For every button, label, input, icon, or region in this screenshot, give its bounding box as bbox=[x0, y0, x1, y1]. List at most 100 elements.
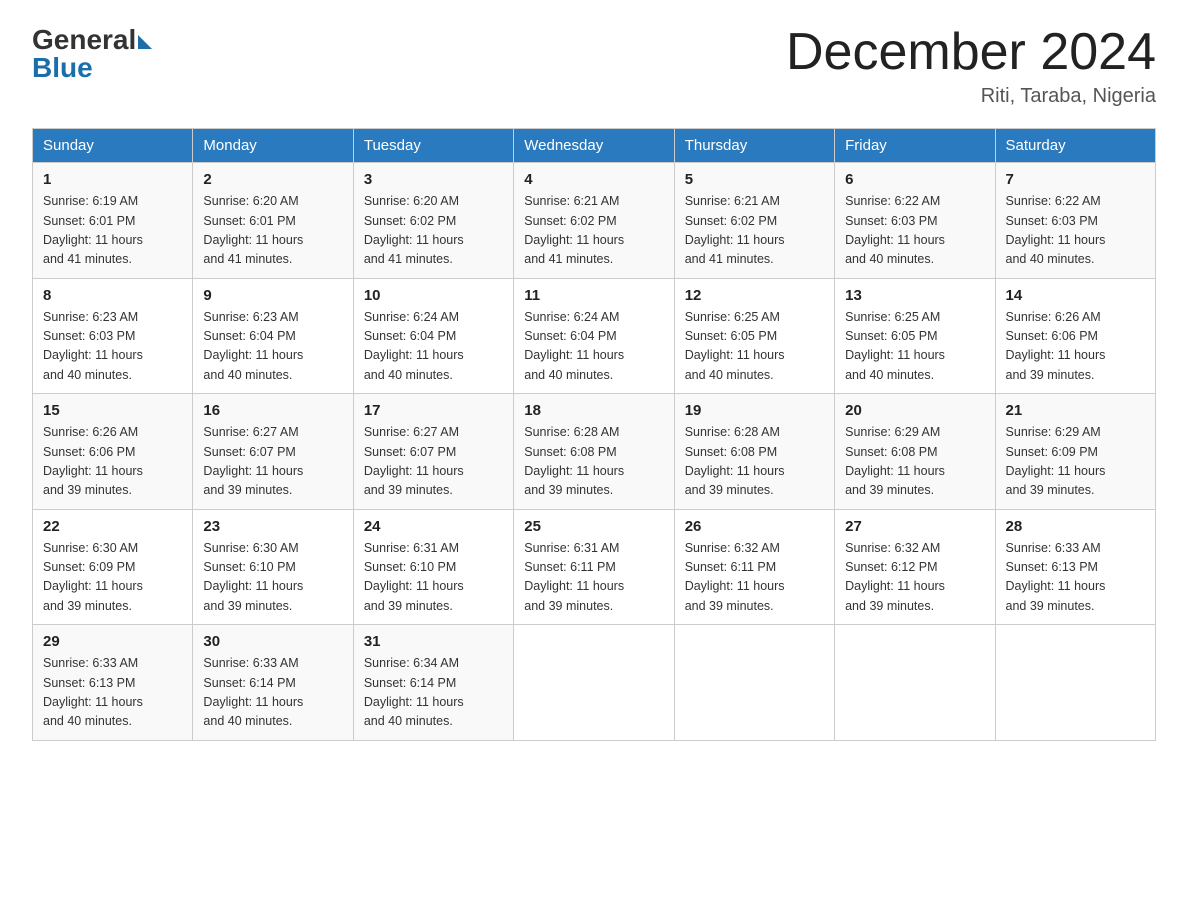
day-number: 20 bbox=[845, 402, 984, 419]
day-info: Sunrise: 6:29 AMSunset: 6:08 PMDaylight:… bbox=[845, 423, 984, 501]
calendar-cell: 16 Sunrise: 6:27 AMSunset: 6:07 PMDaylig… bbox=[193, 394, 353, 510]
day-info: Sunrise: 6:20 AMSunset: 6:02 PMDaylight:… bbox=[364, 192, 503, 270]
month-title: December 2024 bbox=[786, 24, 1156, 81]
day-info: Sunrise: 6:33 AMSunset: 6:14 PMDaylight:… bbox=[203, 654, 342, 732]
day-number: 19 bbox=[685, 402, 824, 419]
week-row-1: 1 Sunrise: 6:19 AMSunset: 6:01 PMDayligh… bbox=[33, 163, 1156, 279]
header-cell-sunday: Sunday bbox=[33, 129, 193, 163]
calendar-cell: 7 Sunrise: 6:22 AMSunset: 6:03 PMDayligh… bbox=[995, 163, 1155, 279]
day-number: 10 bbox=[364, 287, 503, 304]
day-info: Sunrise: 6:27 AMSunset: 6:07 PMDaylight:… bbox=[203, 423, 342, 501]
day-info: Sunrise: 6:26 AMSunset: 6:06 PMDaylight:… bbox=[43, 423, 182, 501]
day-info: Sunrise: 6:27 AMSunset: 6:07 PMDaylight:… bbox=[364, 423, 503, 501]
week-row-5: 29 Sunrise: 6:33 AMSunset: 6:13 PMDaylig… bbox=[33, 625, 1156, 741]
calendar-cell: 4 Sunrise: 6:21 AMSunset: 6:02 PMDayligh… bbox=[514, 163, 674, 279]
day-number: 28 bbox=[1006, 518, 1145, 535]
day-number: 12 bbox=[685, 287, 824, 304]
header-cell-wednesday: Wednesday bbox=[514, 129, 674, 163]
calendar-cell: 5 Sunrise: 6:21 AMSunset: 6:02 PMDayligh… bbox=[674, 163, 834, 279]
header-cell-friday: Friday bbox=[835, 129, 995, 163]
calendar-cell bbox=[674, 625, 834, 741]
week-row-3: 15 Sunrise: 6:26 AMSunset: 6:06 PMDaylig… bbox=[33, 394, 1156, 510]
day-number: 22 bbox=[43, 518, 182, 535]
calendar-cell: 17 Sunrise: 6:27 AMSunset: 6:07 PMDaylig… bbox=[353, 394, 513, 510]
day-number: 16 bbox=[203, 402, 342, 419]
calendar-cell bbox=[835, 625, 995, 741]
day-info: Sunrise: 6:31 AMSunset: 6:11 PMDaylight:… bbox=[524, 539, 663, 617]
day-info: Sunrise: 6:32 AMSunset: 6:12 PMDaylight:… bbox=[845, 539, 984, 617]
header-cell-thursday: Thursday bbox=[674, 129, 834, 163]
day-info: Sunrise: 6:33 AMSunset: 6:13 PMDaylight:… bbox=[43, 654, 182, 732]
title-area: December 2024 Riti, Taraba, Nigeria bbox=[786, 24, 1156, 108]
day-number: 30 bbox=[203, 633, 342, 650]
calendar-cell: 1 Sunrise: 6:19 AMSunset: 6:01 PMDayligh… bbox=[33, 163, 193, 279]
calendar-cell: 18 Sunrise: 6:28 AMSunset: 6:08 PMDaylig… bbox=[514, 394, 674, 510]
week-row-2: 8 Sunrise: 6:23 AMSunset: 6:03 PMDayligh… bbox=[33, 278, 1156, 394]
day-number: 11 bbox=[524, 287, 663, 304]
calendar-cell bbox=[514, 625, 674, 741]
day-number: 21 bbox=[1006, 402, 1145, 419]
calendar-cell: 20 Sunrise: 6:29 AMSunset: 6:08 PMDaylig… bbox=[835, 394, 995, 510]
header-row: SundayMondayTuesdayWednesdayThursdayFrid… bbox=[33, 129, 1156, 163]
day-info: Sunrise: 6:33 AMSunset: 6:13 PMDaylight:… bbox=[1006, 539, 1145, 617]
day-info: Sunrise: 6:30 AMSunset: 6:10 PMDaylight:… bbox=[203, 539, 342, 617]
calendar-cell: 23 Sunrise: 6:30 AMSunset: 6:10 PMDaylig… bbox=[193, 509, 353, 625]
calendar-cell: 6 Sunrise: 6:22 AMSunset: 6:03 PMDayligh… bbox=[835, 163, 995, 279]
day-number: 23 bbox=[203, 518, 342, 535]
day-info: Sunrise: 6:25 AMSunset: 6:05 PMDaylight:… bbox=[845, 308, 984, 386]
day-number: 6 bbox=[845, 171, 984, 188]
calendar-cell: 26 Sunrise: 6:32 AMSunset: 6:11 PMDaylig… bbox=[674, 509, 834, 625]
day-number: 5 bbox=[685, 171, 824, 188]
day-number: 15 bbox=[43, 402, 182, 419]
logo-blue-text: Blue bbox=[32, 52, 93, 84]
calendar-cell: 29 Sunrise: 6:33 AMSunset: 6:13 PMDaylig… bbox=[33, 625, 193, 741]
calendar-cell: 15 Sunrise: 6:26 AMSunset: 6:06 PMDaylig… bbox=[33, 394, 193, 510]
calendar-cell: 10 Sunrise: 6:24 AMSunset: 6:04 PMDaylig… bbox=[353, 278, 513, 394]
day-number: 26 bbox=[685, 518, 824, 535]
logo-triangle-icon bbox=[138, 35, 152, 49]
day-info: Sunrise: 6:22 AMSunset: 6:03 PMDaylight:… bbox=[1006, 192, 1145, 270]
header-cell-monday: Monday bbox=[193, 129, 353, 163]
day-info: Sunrise: 6:34 AMSunset: 6:14 PMDaylight:… bbox=[364, 654, 503, 732]
calendar-cell: 14 Sunrise: 6:26 AMSunset: 6:06 PMDaylig… bbox=[995, 278, 1155, 394]
page-header: General Blue December 2024 Riti, Taraba,… bbox=[32, 24, 1156, 108]
day-info: Sunrise: 6:29 AMSunset: 6:09 PMDaylight:… bbox=[1006, 423, 1145, 501]
day-info: Sunrise: 6:22 AMSunset: 6:03 PMDaylight:… bbox=[845, 192, 984, 270]
calendar-header: SundayMondayTuesdayWednesdayThursdayFrid… bbox=[33, 129, 1156, 163]
day-info: Sunrise: 6:23 AMSunset: 6:03 PMDaylight:… bbox=[43, 308, 182, 386]
day-number: 31 bbox=[364, 633, 503, 650]
day-info: Sunrise: 6:30 AMSunset: 6:09 PMDaylight:… bbox=[43, 539, 182, 617]
calendar-table: SundayMondayTuesdayWednesdayThursdayFrid… bbox=[32, 128, 1156, 741]
day-info: Sunrise: 6:28 AMSunset: 6:08 PMDaylight:… bbox=[685, 423, 824, 501]
header-cell-tuesday: Tuesday bbox=[353, 129, 513, 163]
calendar-cell: 31 Sunrise: 6:34 AMSunset: 6:14 PMDaylig… bbox=[353, 625, 513, 741]
day-info: Sunrise: 6:21 AMSunset: 6:02 PMDaylight:… bbox=[524, 192, 663, 270]
calendar-cell: 28 Sunrise: 6:33 AMSunset: 6:13 PMDaylig… bbox=[995, 509, 1155, 625]
calendar-cell: 12 Sunrise: 6:25 AMSunset: 6:05 PMDaylig… bbox=[674, 278, 834, 394]
week-row-4: 22 Sunrise: 6:30 AMSunset: 6:09 PMDaylig… bbox=[33, 509, 1156, 625]
day-number: 7 bbox=[1006, 171, 1145, 188]
day-info: Sunrise: 6:28 AMSunset: 6:08 PMDaylight:… bbox=[524, 423, 663, 501]
day-number: 18 bbox=[524, 402, 663, 419]
day-number: 2 bbox=[203, 171, 342, 188]
calendar-cell: 25 Sunrise: 6:31 AMSunset: 6:11 PMDaylig… bbox=[514, 509, 674, 625]
day-number: 4 bbox=[524, 171, 663, 188]
calendar-cell: 27 Sunrise: 6:32 AMSunset: 6:12 PMDaylig… bbox=[835, 509, 995, 625]
day-number: 24 bbox=[364, 518, 503, 535]
day-number: 3 bbox=[364, 171, 503, 188]
calendar-cell: 19 Sunrise: 6:28 AMSunset: 6:08 PMDaylig… bbox=[674, 394, 834, 510]
day-info: Sunrise: 6:24 AMSunset: 6:04 PMDaylight:… bbox=[364, 308, 503, 386]
day-number: 1 bbox=[43, 171, 182, 188]
day-number: 13 bbox=[845, 287, 984, 304]
location-text: Riti, Taraba, Nigeria bbox=[786, 85, 1156, 108]
day-number: 25 bbox=[524, 518, 663, 535]
calendar-cell: 13 Sunrise: 6:25 AMSunset: 6:05 PMDaylig… bbox=[835, 278, 995, 394]
day-number: 9 bbox=[203, 287, 342, 304]
calendar-cell: 3 Sunrise: 6:20 AMSunset: 6:02 PMDayligh… bbox=[353, 163, 513, 279]
day-number: 8 bbox=[43, 287, 182, 304]
day-number: 14 bbox=[1006, 287, 1145, 304]
calendar-body: 1 Sunrise: 6:19 AMSunset: 6:01 PMDayligh… bbox=[33, 163, 1156, 741]
day-info: Sunrise: 6:19 AMSunset: 6:01 PMDaylight:… bbox=[43, 192, 182, 270]
header-cell-saturday: Saturday bbox=[995, 129, 1155, 163]
day-info: Sunrise: 6:21 AMSunset: 6:02 PMDaylight:… bbox=[685, 192, 824, 270]
